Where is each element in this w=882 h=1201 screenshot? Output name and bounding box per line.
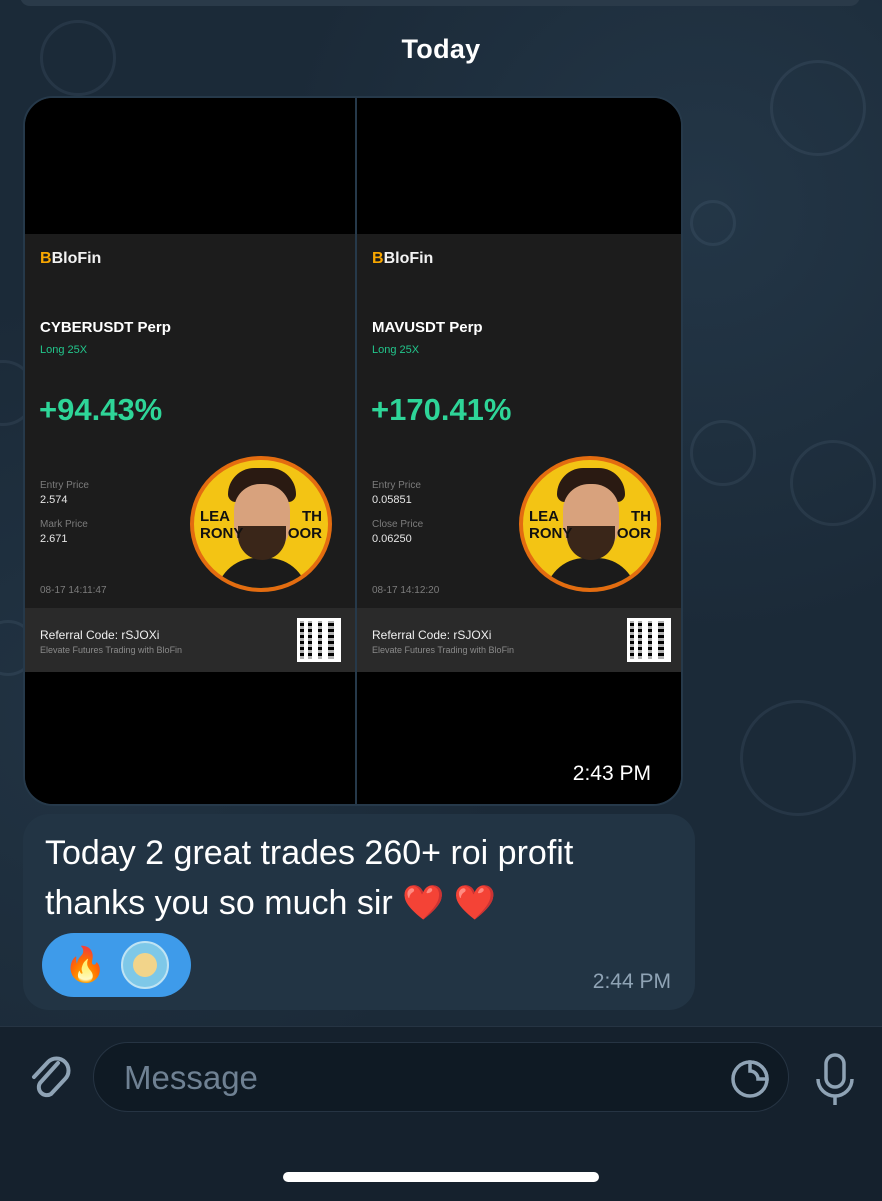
message-line-1: Today 2 great trades 260+ roi profit [45,834,574,872]
card-footer: Referral Code: rSJOXi Elevate Futures Tr… [25,608,355,672]
trade-screenshot-2[interactable]: BBloFin MAVUSDT Perp Long 25X +170.41% E… [357,98,681,804]
pnl-card: BBloFin MAVUSDT Perp Long 25X +170.41% E… [357,234,681,608]
cat-sticker-icon[interactable] [121,941,169,989]
leverage: Long 25X [40,344,88,356]
qr-code-icon [297,618,341,662]
avatar-badge: LEA RONY TH OOR [519,456,661,592]
tagline: Elevate Futures Trading with BloFin [40,645,183,655]
trade-timestamp: 08-17 14:12:20 [372,585,440,596]
avatar-badge: LEA RONY TH OOR [190,456,332,592]
avatar-text-left: LEA RONY [200,508,244,542]
leverage: Long 25X [372,344,420,356]
entry-price-value: 0.05851 [372,494,412,506]
trade-timestamp: 08-17 14:11:47 [40,585,107,596]
fire-emoji[interactable]: 🔥 [64,945,106,985]
message-text: Today 2 great trades 260+ roi profit tha… [45,828,685,928]
trading-pair: CYBERUSDT Perp [40,319,171,336]
close-price-value: 0.06250 [372,533,412,545]
close-price-label: Close Price [372,519,424,530]
photo-message-time: 2:43 PM [572,762,651,785]
pnl-card: BBloFin CYBERUSDT Perp Long 25X +94.43% … [25,234,355,608]
entry-price-value: 2.574 [40,494,68,506]
entry-price-label: Entry Price [40,480,89,491]
tagline: Elevate Futures Trading with BloFin [372,645,515,655]
card-footer: Referral Code: rSJOXi Elevate Futures Tr… [357,608,681,672]
avatar-text-right: TH OOR [287,508,322,542]
paperclip-icon[interactable] [26,1049,72,1105]
trade-screenshot-1[interactable]: BBloFin CYBERUSDT Perp Long 25X +94.43% … [25,98,355,804]
reactions-pill[interactable]: 🔥 [42,933,191,997]
entry-price-label: Entry Price [372,480,421,491]
text-message[interactable]: Today 2 great trades 260+ roi profit tha… [23,814,695,1010]
date-separator: Today [401,34,481,64]
trading-pair: MAVUSDT Perp [372,319,483,336]
roi-percentage: +94.43% [39,392,163,427]
heart-emoji: ❤️ ❤️ [402,884,497,922]
photo-album-message[interactable]: BBloFin CYBERUSDT Perp Long 25X +94.43% … [23,96,683,806]
mark-price-value: 2.671 [40,533,68,545]
referral-code: Referral Code: rSJOXi [372,628,492,642]
brand-logo: BBloFin [40,250,102,267]
previous-message-edge [20,0,860,6]
avatar-text-left: LEA RONY [529,508,573,542]
message-line-2: thanks you so much sir [45,884,393,922]
brand-logo: BBloFin [372,250,434,267]
qr-code-icon [627,618,671,662]
referral-code: Referral Code: rSJOXi [40,628,160,642]
message-input[interactable] [122,1055,686,1101]
message-time: 2:44 PM [592,970,671,993]
roi-percentage: +170.41% [371,392,512,427]
sticker-icon[interactable] [728,1057,772,1101]
home-indicator[interactable] [283,1172,599,1182]
microphone-icon[interactable] [812,1051,858,1109]
mark-price-label: Mark Price [40,519,88,530]
avatar-text-right: TH OOR [616,508,651,542]
message-input-field[interactable] [93,1042,789,1112]
